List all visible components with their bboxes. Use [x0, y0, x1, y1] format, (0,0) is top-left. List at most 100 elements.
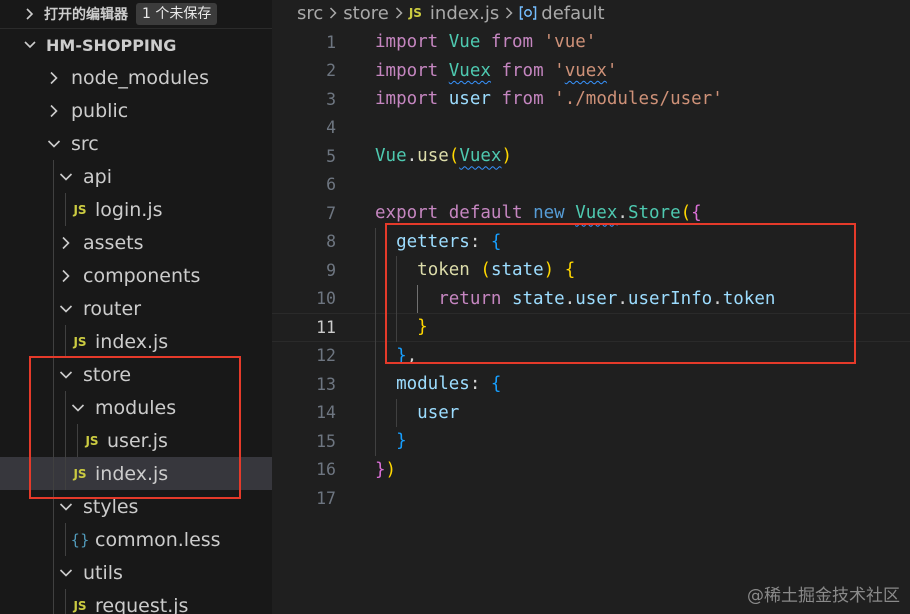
code-text: Vue.use(Vuex) — [375, 146, 512, 166]
breadcrumb: src store JS index.js default — [272, 0, 910, 26]
tree-item-label: index.js — [95, 462, 169, 485]
indent-guide — [53, 160, 54, 193]
chevron-down-icon — [57, 366, 75, 384]
line-number: 16 — [316, 460, 336, 480]
breadcrumb-item-file[interactable]: index.js — [430, 3, 499, 24]
code-line[interactable]: 12 }, — [272, 342, 910, 371]
chevron-right-icon — [57, 234, 75, 252]
tree-item-label: assets — [83, 231, 144, 254]
tree-item-label: utils — [83, 561, 123, 584]
indent-guide — [65, 193, 66, 226]
code-text: }) — [375, 460, 396, 480]
code-text: }, — [375, 346, 417, 366]
indent-guide — [53, 193, 54, 226]
code-token: } — [417, 317, 428, 338]
symbol-icon — [519, 5, 537, 21]
code-token: ) — [501, 146, 513, 167]
code-line[interactable]: 9 token (state) { — [272, 256, 910, 285]
code-token: } — [375, 459, 386, 480]
indent-guide — [53, 457, 54, 490]
indent-guide — [65, 457, 66, 490]
code-line[interactable]: 13 modules: { — [272, 370, 910, 399]
line-number: 1 — [326, 32, 336, 52]
tree-item[interactable]: JS index.js — [0, 325, 272, 358]
tree-item[interactable]: JS request.js — [0, 589, 272, 614]
chevron-right-icon — [395, 7, 403, 19]
tree-item[interactable]: components — [0, 259, 272, 292]
indent-guide — [396, 256, 398, 342]
code-token: import — [375, 32, 439, 53]
code-token: from — [501, 89, 544, 110]
indent-guide — [53, 259, 54, 292]
code-line[interactable]: 10 return state.user.userInfo.token — [272, 285, 910, 314]
code-token: ( — [680, 203, 692, 224]
tree-item[interactable]: node_modules — [0, 61, 272, 94]
code-token: . — [712, 288, 723, 309]
explorer-sidebar: 打开的编辑器 1 个未保存 HM-SHOPPING node_modulespu… — [0, 0, 272, 614]
code-line[interactable]: 5 Vue.use(Vuex) — [272, 142, 910, 171]
code-text: import Vuex from 'vuex' — [375, 61, 617, 81]
tree-item[interactable]: utils — [0, 556, 272, 589]
breadcrumb-item-store[interactable]: store — [343, 3, 389, 24]
code-line[interactable]: 1 import Vue from 'vue' — [272, 28, 910, 57]
code-line[interactable]: 7 export default new Vuex.Store({ — [272, 199, 910, 228]
code-token: state — [490, 260, 544, 281]
tree-item[interactable]: modules — [0, 391, 272, 424]
open-editors-header[interactable]: 打开的编辑器 1 个未保存 — [0, 0, 272, 29]
code-token: getters — [396, 231, 470, 252]
line-number: 10 — [316, 289, 336, 309]
code-token: { — [490, 231, 502, 252]
tree-item-label: login.js — [95, 198, 163, 221]
code-line[interactable]: 4 — [272, 114, 910, 143]
breadcrumb-item-symbol[interactable]: default — [541, 3, 604, 24]
code-token: user — [448, 89, 491, 110]
breadcrumb-item-src[interactable]: src — [297, 3, 323, 24]
code-token: state — [511, 288, 565, 309]
code-area[interactable]: 1 import Vue from 'vue' 2 import Vuex from … — [272, 28, 910, 513]
chevron-down-icon — [22, 40, 38, 50]
code-line[interactable]: 2 import Vuex from 'vuex' — [272, 57, 910, 86]
code-text: token (state) { — [375, 260, 575, 280]
tree-item[interactable]: router — [0, 292, 272, 325]
chevron-down-icon — [45, 135, 63, 153]
code-token: { — [564, 260, 576, 281]
chevron-right-icon — [45, 102, 63, 120]
tree-item[interactable]: {} common.less — [0, 523, 272, 556]
code-token: use — [417, 146, 449, 167]
tree-item[interactable]: assets — [0, 226, 272, 259]
indent-guide — [53, 391, 54, 424]
tree-item[interactable]: public — [0, 94, 272, 127]
code-line[interactable]: 16}) — [272, 456, 910, 485]
code-line[interactable]: 11 } — [272, 313, 910, 342]
code-line[interactable]: 6 — [272, 171, 910, 200]
code-token: './modules/user' — [554, 89, 723, 110]
code-line[interactable]: 15 } — [272, 427, 910, 456]
code-text: export default new Vuex.Store({ — [375, 203, 702, 223]
tree-item[interactable]: src — [0, 127, 272, 160]
code-line[interactable]: 17 — [272, 484, 910, 513]
tree-item[interactable]: api — [0, 160, 272, 193]
code-text: import Vue from 'vue' — [375, 32, 596, 52]
tree-item[interactable]: JS user.js — [0, 424, 272, 457]
tree-item[interactable]: store — [0, 358, 272, 391]
code-line[interactable]: 8 getters: { — [272, 228, 910, 257]
open-editors-title: 打开的编辑器 — [44, 7, 128, 23]
tree-item[interactable]: JS index.js — [0, 457, 272, 490]
tree-item[interactable]: styles — [0, 490, 272, 523]
code-token: modules — [396, 374, 470, 395]
code-token: ( — [480, 260, 491, 281]
tree-item[interactable]: JS login.js — [0, 193, 272, 226]
code-line[interactable]: 3 import user from './modules/user' — [272, 85, 910, 114]
line-number: 12 — [316, 346, 336, 366]
tree-item-label: node_modules — [71, 66, 210, 89]
code-line[interactable]: 14 user — [272, 399, 910, 428]
chevron-right-icon — [57, 267, 75, 285]
code-token: user — [575, 288, 618, 309]
project-root[interactable]: HM-SHOPPING — [0, 29, 272, 61]
